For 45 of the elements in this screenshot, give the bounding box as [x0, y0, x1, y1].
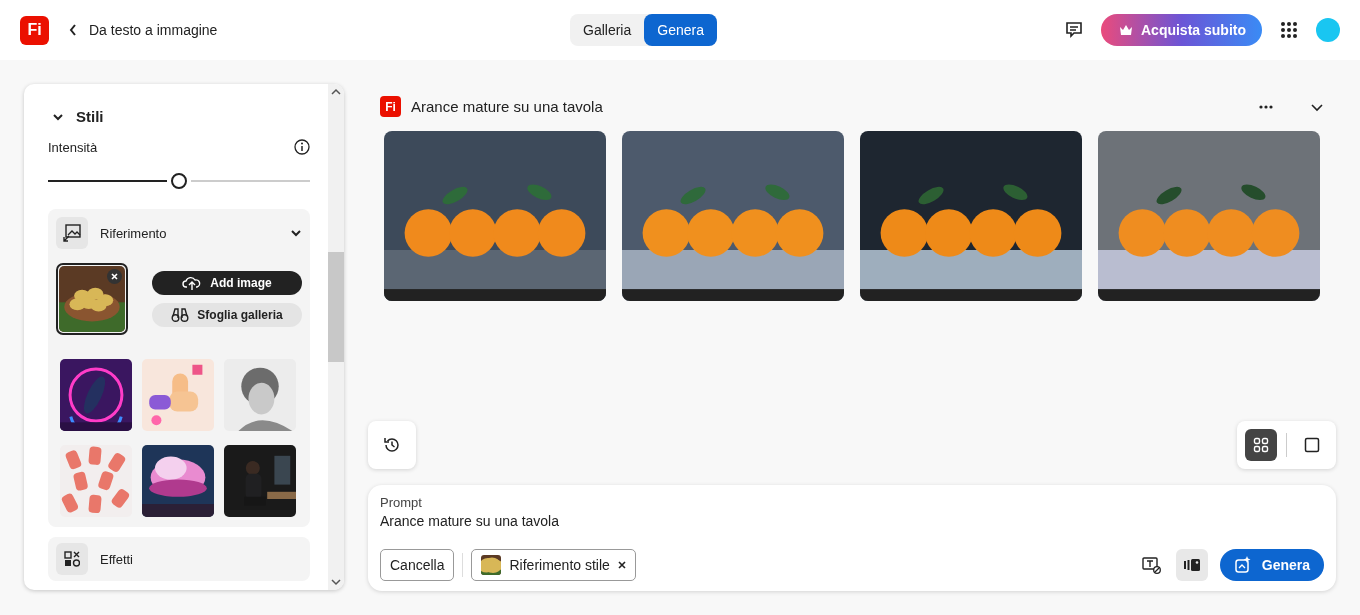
info-icon[interactable]: [294, 139, 310, 155]
text-off-icon: [1141, 556, 1162, 574]
scrollbar-thumb[interactable]: [328, 252, 344, 362]
app-logo[interactable]: Fi: [20, 15, 49, 45]
buy-button[interactable]: Acquista subito: [1101, 14, 1262, 46]
shapes-glyph-icon: [64, 551, 80, 567]
intensity-slider[interactable]: [48, 171, 310, 191]
back-link[interactable]: Da testo a immagine: [69, 22, 218, 38]
history-icon: [383, 436, 401, 454]
card-title: Effetti: [100, 551, 133, 567]
chevron-left-icon: [69, 24, 77, 36]
apps-grid-icon[interactable]: [1280, 21, 1298, 39]
mode-tab[interactable]: Genera: [644, 14, 717, 46]
slider-label: Intensità: [48, 139, 98, 155]
composition-button[interactable]: [1175, 549, 1208, 581]
image-reference-glyph-icon: [63, 224, 81, 242]
card-title: Riferimento: [100, 225, 167, 241]
section-title: Stili: [76, 108, 104, 125]
mode-tab[interactable]: Galleria: [570, 14, 645, 46]
view-button[interactable]: [1245, 429, 1277, 461]
scroll-down-icon[interactable]: [331, 578, 341, 586]
field-label: Prompt: [380, 495, 423, 510]
generate-button[interactable]: Genera: [1219, 549, 1324, 581]
cloud-upload-icon: [182, 275, 203, 291]
crown-icon: [1119, 24, 1133, 36]
chat-icon[interactable]: [1065, 21, 1083, 39]
clear-button[interactable]: Cancella: [380, 549, 455, 581]
single-view-icon: [1304, 437, 1320, 453]
selected-reference[interactable]: [56, 263, 128, 335]
slider-thumb[interactable]: [171, 173, 187, 189]
sparkle-image-icon: [1233, 556, 1252, 574]
browse-gallery-button[interactable]: Sfoglia galleria: [152, 303, 302, 327]
add-image-button[interactable]: Add image: [152, 271, 302, 295]
close-icon: [111, 273, 118, 280]
binoculars-icon: [171, 307, 190, 323]
history-button[interactable]: [368, 421, 416, 469]
grid-view-icon: [1253, 437, 1269, 453]
app-logo: Fi: [380, 96, 401, 117]
prompt-title: Arance mature su una tavola: [411, 98, 603, 115]
image-stack-icon: [1182, 558, 1201, 572]
scroll-up-icon[interactable]: [331, 88, 341, 96]
style-reference-chip[interactable]: Riferimento stile: [471, 549, 636, 581]
scrollbar[interactable]: [328, 84, 344, 590]
chevron-down-icon[interactable]: [290, 227, 302, 239]
close-icon[interactable]: [617, 561, 626, 569]
